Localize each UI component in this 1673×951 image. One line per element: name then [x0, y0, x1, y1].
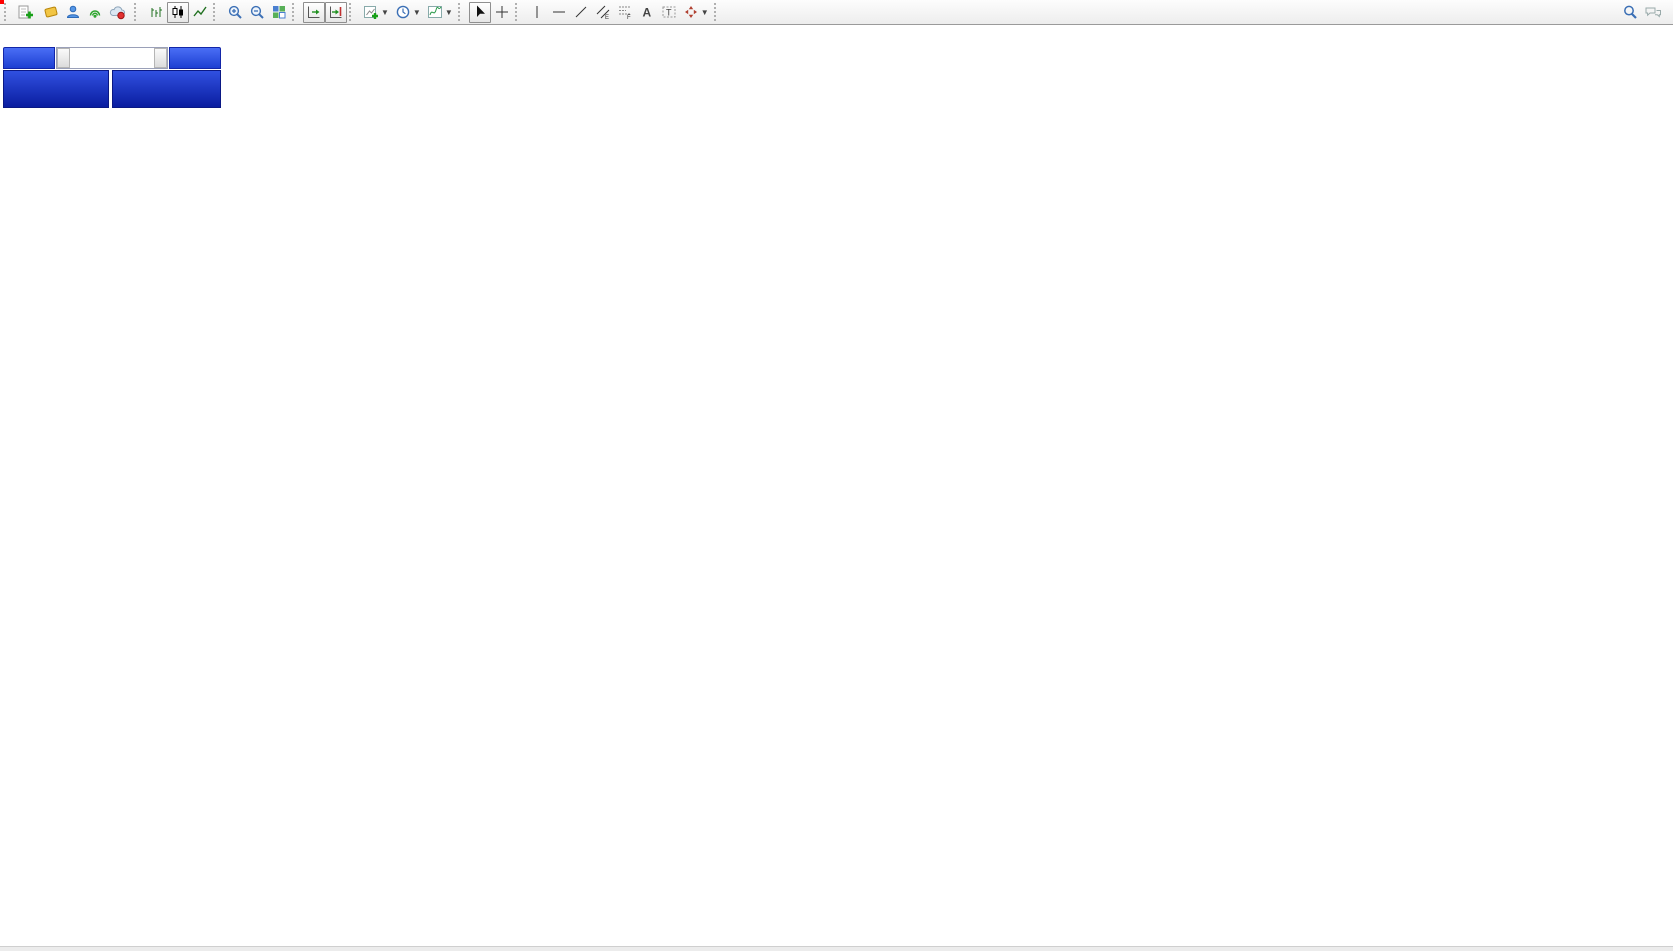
signal-waves-icon	[87, 4, 103, 20]
chart-surface[interactable]	[0, 26, 1673, 951]
toolbar-grip[interactable]	[213, 3, 220, 21]
fibonacci-button[interactable]: F	[614, 2, 636, 23]
dropdown-caret-icon: ▼	[413, 8, 421, 17]
fibonacci-icon: F	[617, 4, 633, 20]
line-chart-icon	[192, 4, 208, 20]
chat-button[interactable]	[1641, 2, 1665, 23]
market-button[interactable]	[84, 2, 106, 23]
volume-decrease-button[interactable]	[57, 48, 70, 68]
signals-person-icon	[65, 4, 81, 20]
one-click-trade-panel	[3, 47, 221, 108]
trading-platform-window: ▼ ▼ ▼ E F	[0, 0, 1673, 951]
autotrading-icon	[109, 4, 126, 20]
bar-chart-button[interactable]	[145, 2, 167, 23]
buy-button[interactable]	[169, 47, 222, 69]
new-chart-dropdown[interactable]: ▼	[360, 2, 392, 23]
svg-text:T: T	[666, 8, 672, 18]
text-label-button[interactable]: T	[658, 2, 680, 23]
search-button[interactable]	[1619, 2, 1641, 23]
new-order-button[interactable]	[15, 2, 40, 23]
signals-button[interactable]	[62, 2, 84, 23]
arrows-dropdown[interactable]: ▼	[680, 2, 712, 23]
svg-text:E: E	[605, 15, 609, 20]
tile-windows-button[interactable]	[268, 2, 290, 23]
toolbar-grip[interactable]	[515, 3, 522, 21]
mql5-community-button[interactable]	[40, 2, 62, 23]
cursor-icon	[472, 4, 488, 20]
channel-icon: E	[595, 4, 611, 20]
symbol-info-bar	[8, 29, 19, 43]
auto-scroll-button[interactable]	[303, 2, 325, 23]
svg-text:A: A	[642, 6, 651, 20]
channel-button[interactable]: E	[592, 2, 614, 23]
toolbar-grip[interactable]	[134, 3, 141, 21]
tile-windows-icon	[271, 4, 287, 20]
dropdown-caret-icon: ▼	[381, 8, 389, 17]
zoom-in-button[interactable]	[224, 2, 246, 23]
main-toolbar: ▼ ▼ ▼ E F	[0, 0, 1673, 25]
toolbar-grip[interactable]	[458, 3, 465, 21]
window-bottom-strip	[0, 946, 1673, 951]
auto-scroll-icon	[306, 4, 322, 20]
volume-increase-button[interactable]	[154, 48, 167, 68]
cursor-button[interactable]	[469, 2, 491, 23]
autotrading-button[interactable]	[106, 2, 132, 23]
trendline-button[interactable]	[570, 2, 592, 23]
toolbar-grip[interactable]	[292, 3, 299, 21]
candlestick-icon	[170, 4, 186, 20]
chart-shift-icon	[328, 4, 344, 20]
volume-stepper	[56, 47, 168, 69]
bar-chart-icon	[148, 4, 164, 20]
price-callout-box[interactable]	[0, 0, 4, 4]
zoom-out-icon	[249, 4, 265, 20]
zoom-in-icon	[227, 4, 243, 20]
toolbar-grip[interactable]	[4, 3, 11, 21]
text-button[interactable]: A	[636, 2, 658, 23]
sell-button[interactable]	[3, 47, 55, 69]
vertical-line-button[interactable]	[526, 2, 548, 23]
arrows-icon	[683, 4, 699, 20]
text-icon: A	[639, 4, 655, 20]
mql5-icon	[43, 4, 59, 20]
dropdown-caret-icon: ▼	[445, 8, 453, 17]
crosshair-icon	[494, 4, 510, 20]
indicators-dropdown[interactable]: ▼	[424, 2, 456, 23]
candlestick-chart-button[interactable]	[167, 2, 189, 23]
period-dropdown[interactable]: ▼	[392, 2, 424, 23]
dropdown-caret-icon: ▼	[701, 8, 709, 17]
new-order-icon	[18, 4, 34, 20]
zoom-out-button[interactable]	[246, 2, 268, 23]
new-chart-icon	[363, 4, 379, 20]
text-label-icon: T	[661, 4, 677, 20]
svg-text:F: F	[627, 15, 631, 20]
vertical-line-icon	[529, 4, 545, 20]
toolbar-grip[interactable]	[349, 3, 356, 21]
buy-price-display[interactable]	[112, 70, 221, 108]
chart-shift-button[interactable]	[325, 2, 347, 23]
sell-price-display[interactable]	[3, 70, 109, 108]
crosshair-button[interactable]	[491, 2, 513, 23]
trendline-icon	[573, 4, 589, 20]
toolbar-grip[interactable]	[714, 3, 721, 21]
clock-icon	[395, 4, 411, 20]
line-chart-button[interactable]	[189, 2, 211, 23]
volume-input[interactable]	[70, 48, 154, 68]
horizontal-line-button[interactable]	[548, 2, 570, 23]
horizontal-line-icon	[551, 4, 567, 20]
search-icon	[1622, 4, 1638, 20]
indicators-icon	[427, 4, 443, 20]
chat-icon	[1644, 4, 1662, 20]
toolbar-right-group	[1619, 2, 1665, 23]
